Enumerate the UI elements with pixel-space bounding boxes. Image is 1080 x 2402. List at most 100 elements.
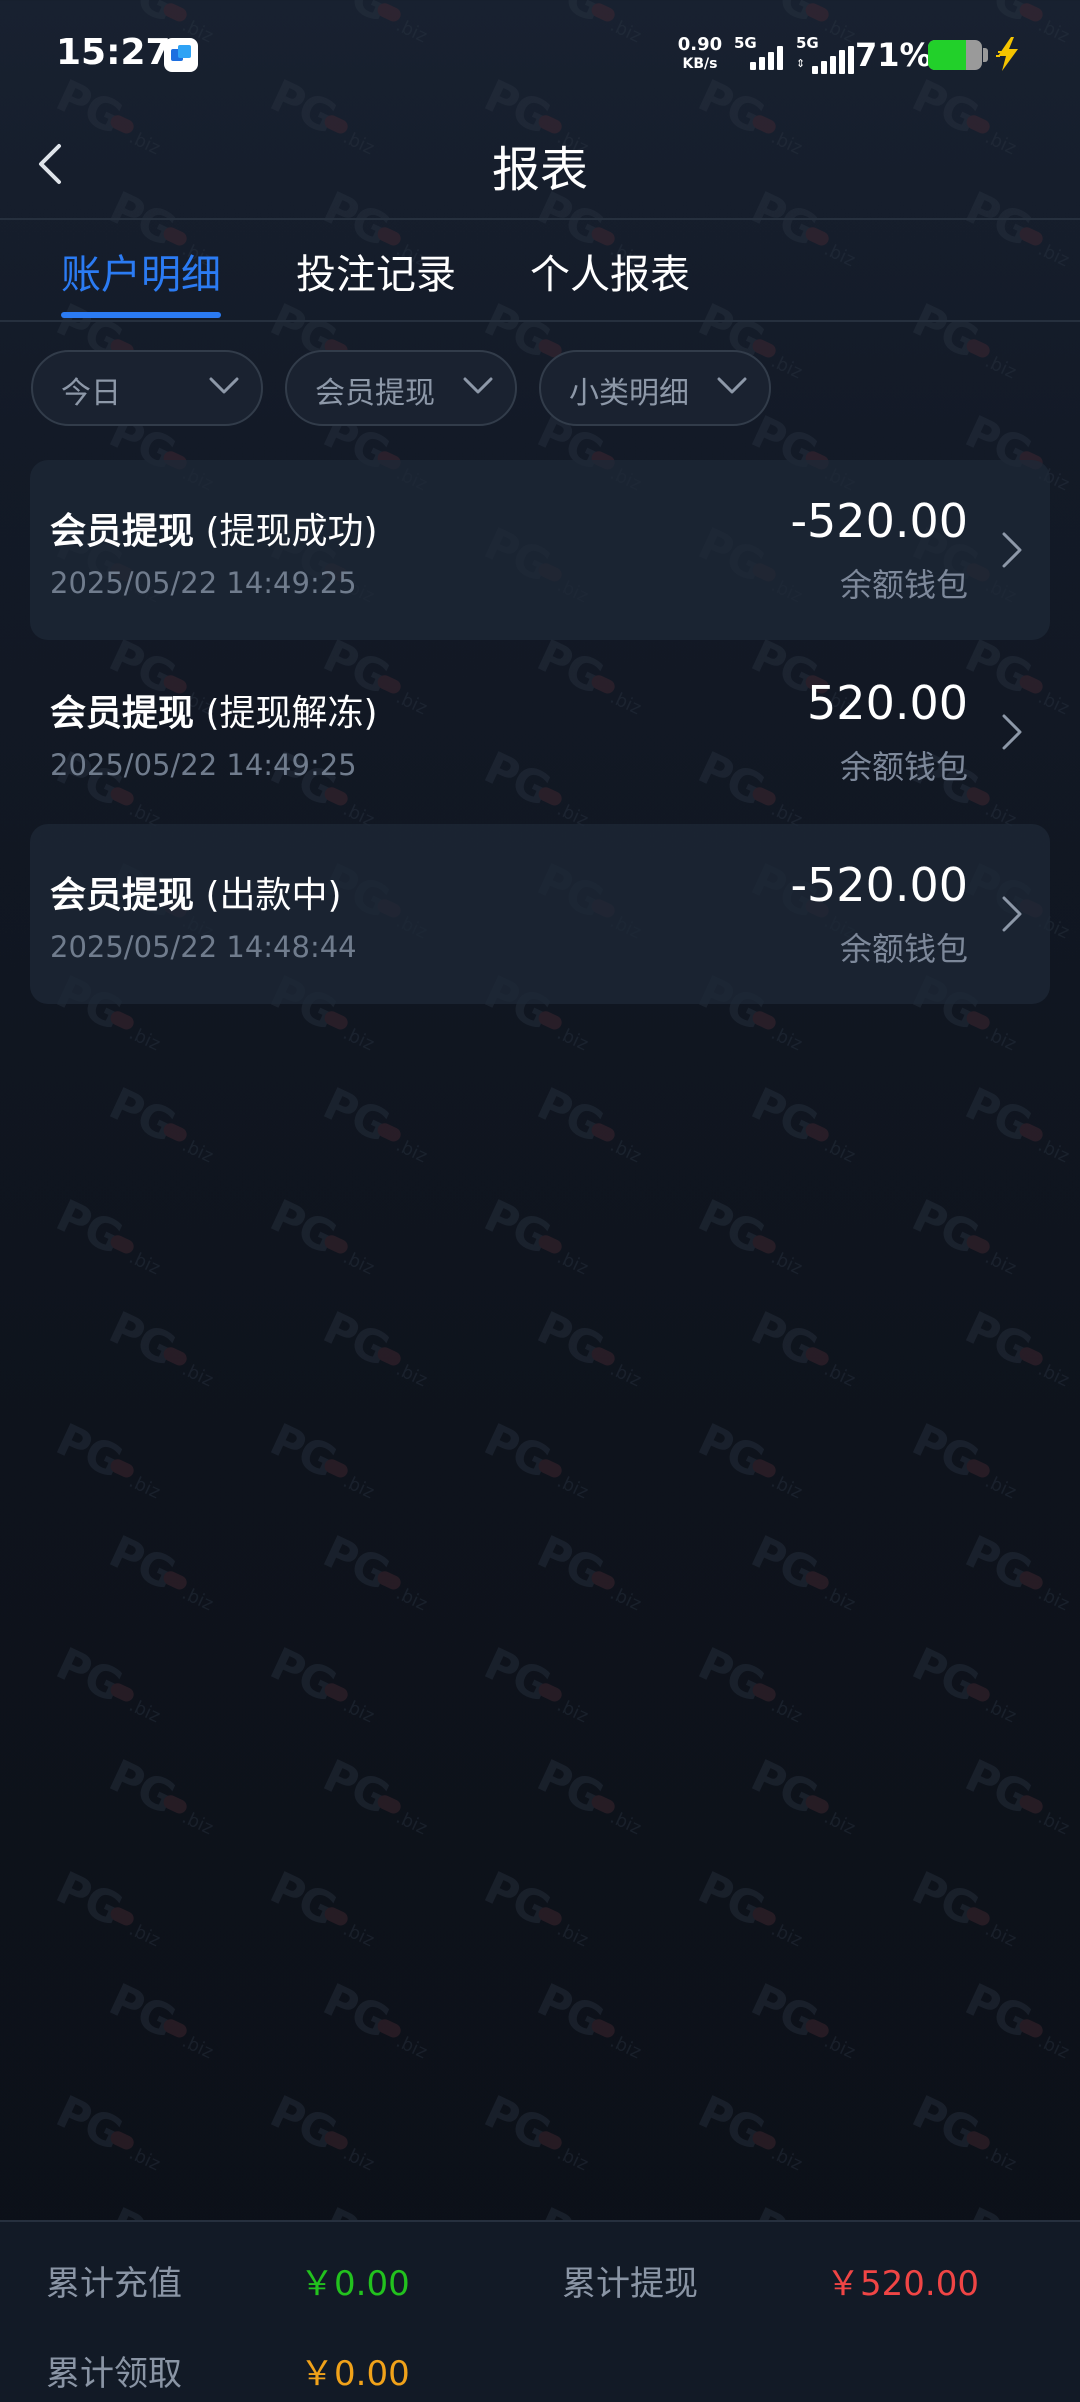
watermark-logo: PG.biz	[101, 1750, 217, 1840]
watermark-logo: PG.biz	[262, 1862, 378, 1952]
chevron-right-icon	[1002, 532, 1022, 568]
watermark-logo: PG.biz	[101, 1078, 217, 1168]
status-time: 15:27	[56, 32, 171, 73]
watermark-logo: PG.biz	[48, 1414, 164, 1504]
battery-tip	[983, 48, 988, 62]
tab-personal-report[interactable]: 个人报表	[530, 242, 690, 300]
chevron-right-icon	[1002, 896, 1022, 932]
app-notification-icon	[164, 38, 198, 72]
watermark-logo: PG.biz	[315, 1974, 431, 2064]
tab-bet-records[interactable]: 投注记录	[296, 242, 456, 300]
total-withdraw-label: 累计提现	[562, 2264, 698, 2304]
network-speed-value: 0.90	[677, 34, 723, 55]
watermark-logo: PG.biz	[476, 2086, 592, 2176]
record-time: 2025/05/22 14:49:25	[50, 748, 357, 782]
watermark-logo: PG.biz	[262, 1414, 378, 1504]
watermark-logo: PG.biz	[904, 1414, 1020, 1504]
record-time: 2025/05/22 14:49:25	[50, 566, 357, 600]
network-speed-unit: KB/s	[682, 56, 718, 72]
watermark-logo: PG.biz	[101, 1526, 217, 1616]
watermark-logo: PG.biz	[904, 2086, 1020, 2176]
battery-percent: 71%	[855, 36, 932, 74]
watermark-logo: PG.biz	[0, 1358, 3, 1392]
watermark-logo: PG.biz	[957, 1078, 1073, 1168]
chevron-down-icon	[463, 377, 493, 394]
watermark-logo: PG.biz	[957, 1526, 1073, 1616]
watermark-logo: PG.biz	[0, 2030, 3, 2064]
list-item[interactable]: 会员提现 (提现解冻) 2025/05/22 14:49:25 520.00 余…	[30, 642, 1050, 822]
record-status: (提现解冻)	[205, 693, 378, 734]
watermark-logo: PG.biz	[957, 1302, 1073, 1392]
record-type: 会员提现	[50, 875, 195, 916]
watermark-logo: PG.biz	[315, 1526, 431, 1616]
record-title: 会员提现 (出款中)	[50, 866, 342, 918]
watermark-logo: PG.biz	[743, 1302, 859, 1392]
summary-footer: 累计充值 ￥0.00 累计提现 ￥520.00 累计领取 ￥0.00	[0, 2220, 1080, 2402]
type-filter-dropdown[interactable]: 会员提现	[285, 350, 517, 426]
page-title: 报表	[491, 142, 588, 198]
watermark-logo: PG.biz	[743, 1974, 859, 2064]
active-tab-indicator	[61, 312, 221, 318]
watermark-logo: PG.biz	[476, 1638, 592, 1728]
tab-bar: 账户明细 投注记录 个人报表	[0, 220, 1080, 322]
record-wallet: 余额钱包	[839, 748, 968, 786]
watermark-logo: PG.biz	[957, 1974, 1073, 2064]
watermark-logo: PG.biz	[957, 1750, 1073, 1840]
type-filter-label: 会员提现	[315, 376, 435, 411]
sim1-signal: 5G	[734, 34, 783, 70]
tab-account-details[interactable]: 账户明细	[61, 242, 221, 300]
record-status: (提现成功)	[205, 511, 378, 552]
record-wallet: 余额钱包	[839, 566, 968, 604]
watermark-logo: PG.biz	[476, 1190, 592, 1280]
battery-icon	[928, 40, 982, 70]
record-amount: -520.00	[790, 494, 968, 548]
watermark-logo: PG.biz	[262, 1190, 378, 1280]
record-status: (出款中)	[205, 875, 342, 916]
watermark-logo: PG.biz	[0, 686, 3, 720]
watermark-logo: PG.biz	[743, 1078, 859, 1168]
watermark-logo: PG.biz	[0, 462, 3, 496]
watermark-logo: PG.biz	[315, 1750, 431, 1840]
record-title: 会员提现 (提现解冻)	[50, 684, 378, 736]
record-amount: 520.00	[807, 676, 968, 730]
list-item[interactable]: 会员提现 (提现成功) 2025/05/22 14:49:25 -520.00 …	[30, 460, 1050, 640]
subcategory-filter-label: 小类明细	[569, 376, 689, 411]
watermark-logo: PG.biz	[743, 1526, 859, 1616]
watermark-logo: PG.biz	[904, 1190, 1020, 1280]
record-time: 2025/05/22 14:48:44	[50, 930, 357, 964]
watermark-logo: PG.biz	[529, 1302, 645, 1392]
record-type: 会员提现	[50, 693, 195, 734]
list-item[interactable]: 会员提现 (出款中) 2025/05/22 14:48:44 -520.00 余…	[30, 824, 1050, 1004]
watermark-logo: PG.biz	[101, 1302, 217, 1392]
watermark-logo: PG.biz	[0, 1134, 3, 1168]
subcategory-filter-dropdown[interactable]: 小类明细	[539, 350, 771, 426]
watermark-logo: PG.biz	[315, 1078, 431, 1168]
app-header: 报表	[0, 110, 1080, 220]
chevron-down-icon	[717, 377, 747, 394]
total-recharge-label: 累计充值	[46, 2264, 182, 2304]
record-wallet: 余额钱包	[839, 930, 968, 968]
watermark-logo: PG.biz	[0, 1582, 3, 1616]
status-bar: 15:27 0.90 KB/s 5G 5G ⇕ 71%	[0, 0, 1080, 110]
watermark-logo: PG.biz	[48, 2086, 164, 2176]
watermark-logo: PG.biz	[690, 2086, 806, 2176]
watermark-logo: PG.biz	[529, 1974, 645, 2064]
chevron-down-icon	[209, 377, 239, 394]
watermark-logo: PG.biz	[529, 1750, 645, 1840]
watermark-logo: PG.biz	[262, 2086, 378, 2176]
watermark-logo: PG.biz	[48, 1862, 164, 1952]
watermark-logo: PG.biz	[904, 1638, 1020, 1728]
watermark-logo: PG.biz	[904, 1862, 1020, 1952]
date-filter-label: 今日	[61, 376, 121, 411]
watermark-logo: PG.biz	[690, 1638, 806, 1728]
record-title: 会员提现 (提现成功)	[50, 502, 378, 554]
data-arrows-icon: ⇕	[796, 57, 806, 70]
network-speed: 0.90 KB/s	[675, 34, 725, 72]
watermark-logo: PG.biz	[48, 1638, 164, 1728]
watermark-logo: PG.biz	[690, 1862, 806, 1952]
signal-icon	[812, 46, 854, 74]
charging-bolt-icon	[994, 36, 1022, 76]
record-amount: -520.00	[790, 858, 968, 912]
total-claim-value: ￥0.00	[300, 2354, 410, 2394]
date-filter-dropdown[interactable]: 今日	[31, 350, 263, 426]
